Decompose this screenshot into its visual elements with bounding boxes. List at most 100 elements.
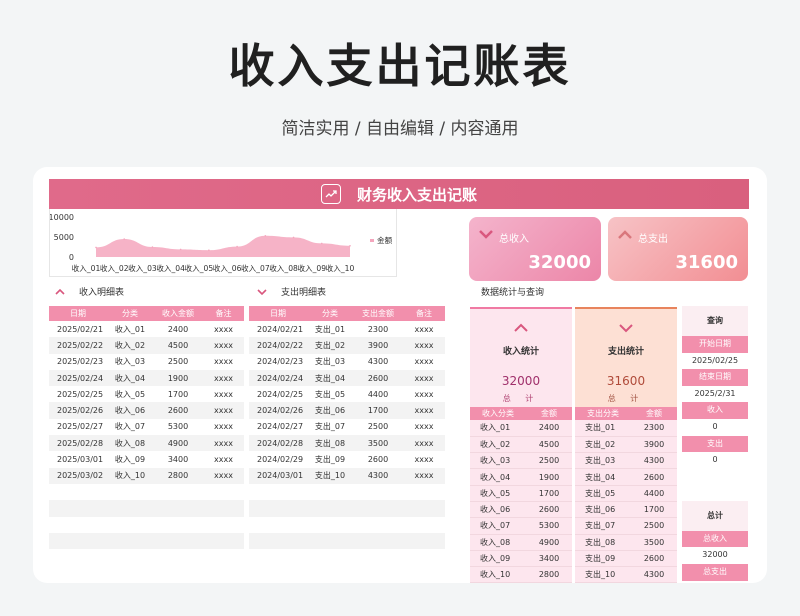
table-cell[interactable]: 收入_08 xyxy=(470,534,526,551)
table-cell[interactable] xyxy=(107,500,153,517)
table-cell[interactable]: 2025/02/21 xyxy=(49,321,107,338)
table-cell[interactable]: xxxx xyxy=(203,337,244,354)
table-cell[interactable]: 2024/02/21 xyxy=(249,321,307,338)
table-cell[interactable]: 收入_07 xyxy=(107,418,153,436)
table-cell[interactable]: 1700 xyxy=(526,485,572,502)
table-cell[interactable] xyxy=(307,483,353,501)
table-cell[interactable]: 支出_07 xyxy=(575,517,631,535)
table-cell[interactable] xyxy=(249,483,307,501)
table-cell[interactable]: 2600 xyxy=(526,501,572,519)
table-cell[interactable] xyxy=(153,532,203,550)
table-cell[interactable]: xxxx xyxy=(203,435,244,452)
table-cell[interactable]: xxxx xyxy=(403,321,445,338)
table-cell[interactable]: 支出_02 xyxy=(307,337,353,354)
table-cell[interactable]: 4300 xyxy=(353,353,403,370)
table-cell[interactable]: xxxx xyxy=(403,353,445,370)
table-cell[interactable] xyxy=(353,516,403,533)
table-cell[interactable] xyxy=(107,516,153,533)
table-cell[interactable] xyxy=(403,483,445,501)
table-cell[interactable]: 支出_01 xyxy=(307,321,353,338)
table-cell[interactable]: xxxx xyxy=(403,467,445,484)
table-cell[interactable]: 3400 xyxy=(153,451,203,468)
table-cell[interactable]: xxxx xyxy=(203,418,244,436)
table-cell[interactable]: 支出_08 xyxy=(307,435,353,452)
table-cell[interactable] xyxy=(403,549,445,566)
table-cell[interactable]: 4500 xyxy=(526,436,572,454)
table-cell[interactable] xyxy=(153,516,203,533)
table-cell[interactable] xyxy=(307,549,353,566)
table-cell[interactable] xyxy=(249,500,307,517)
table-cell[interactable] xyxy=(403,532,445,550)
table-cell[interactable]: 2300 xyxy=(353,321,403,338)
table-cell[interactable] xyxy=(307,532,353,550)
table-cell[interactable] xyxy=(49,532,107,550)
table-cell[interactable] xyxy=(153,500,203,517)
table-cell[interactable]: 2025/02/27 xyxy=(49,418,107,436)
table-cell[interactable]: 收入_03 xyxy=(470,452,526,470)
table-cell[interactable]: 1700 xyxy=(153,386,203,403)
table-cell[interactable] xyxy=(353,549,403,566)
table-cell[interactable] xyxy=(249,516,307,533)
table-cell[interactable]: 收入_02 xyxy=(470,436,526,454)
table-cell[interactable]: 5300 xyxy=(153,418,203,436)
table-cell[interactable] xyxy=(403,516,445,533)
table-cell[interactable] xyxy=(403,500,445,517)
table-cell[interactable]: 4900 xyxy=(526,534,572,551)
table-cell[interactable]: 2025/02/24 xyxy=(49,369,107,387)
table-cell[interactable]: 2024/02/24 xyxy=(249,369,307,387)
table-cell[interactable]: 收入_06 xyxy=(470,501,526,519)
table-cell[interactable]: 支出_01 xyxy=(575,420,631,437)
table-cell[interactable]: 收入_01 xyxy=(470,420,526,437)
table-cell[interactable] xyxy=(203,516,244,533)
table-cell[interactable]: 支出_06 xyxy=(575,501,631,519)
table-cell[interactable]: 1900 xyxy=(526,468,572,486)
table-cell[interactable]: 2024/02/23 xyxy=(249,353,307,370)
table-cell[interactable] xyxy=(49,516,107,533)
table-cell[interactable]: 支出_07 xyxy=(307,418,353,436)
table-cell[interactable]: 收入_05 xyxy=(470,485,526,502)
table-cell[interactable]: 4300 xyxy=(631,566,677,583)
table-cell[interactable] xyxy=(307,516,353,533)
table-cell[interactable]: 2025/02/22 xyxy=(49,337,107,354)
table-cell[interactable]: 2300 xyxy=(631,420,677,437)
table-cell[interactable]: 收入_01 xyxy=(107,321,153,338)
table-cell[interactable]: 收入_09 xyxy=(470,550,526,568)
table-cell[interactable]: xxxx xyxy=(203,321,244,338)
table-cell[interactable] xyxy=(353,532,403,550)
table-cell[interactable]: xxxx xyxy=(203,353,244,370)
table-cell[interactable]: 2500 xyxy=(631,517,677,535)
table-cell[interactable]: 2024/02/22 xyxy=(249,337,307,354)
table-cell[interactable] xyxy=(353,500,403,517)
table-cell[interactable]: 2025/02/26 xyxy=(49,402,107,419)
table-cell[interactable]: xxxx xyxy=(403,451,445,468)
table-cell[interactable]: 2500 xyxy=(353,418,403,436)
table-cell[interactable]: 2800 xyxy=(526,566,572,583)
start-date-field[interactable]: 2025/02/25 xyxy=(682,352,748,370)
table-cell[interactable]: 3500 xyxy=(353,435,403,452)
table-cell[interactable]: 2500 xyxy=(526,452,572,470)
table-cell[interactable]: 2800 xyxy=(153,467,203,484)
table-cell[interactable]: xxxx xyxy=(403,435,445,452)
table-cell[interactable]: xxxx xyxy=(203,467,244,484)
table-cell[interactable] xyxy=(107,532,153,550)
table-cell[interactable]: 2024/02/29 xyxy=(249,451,307,468)
table-cell[interactable]: 2400 xyxy=(153,321,203,338)
table-cell[interactable]: 支出_10 xyxy=(575,566,631,583)
table-cell[interactable]: 收入_02 xyxy=(107,337,153,354)
table-cell[interactable]: 收入_03 xyxy=(107,353,153,370)
table-cell[interactable]: xxxx xyxy=(403,386,445,403)
table-cell[interactable] xyxy=(353,483,403,501)
table-cell[interactable]: 支出_04 xyxy=(307,369,353,387)
table-cell[interactable]: 2025/02/25 xyxy=(49,386,107,403)
table-cell[interactable] xyxy=(49,549,107,566)
table-cell[interactable] xyxy=(49,483,107,501)
table-cell[interactable] xyxy=(249,549,307,566)
table-cell[interactable]: 收入_09 xyxy=(107,451,153,468)
table-cell[interactable] xyxy=(107,549,153,566)
table-cell[interactable]: xxxx xyxy=(403,402,445,419)
table-cell[interactable]: 支出_03 xyxy=(307,353,353,370)
table-cell[interactable] xyxy=(249,532,307,550)
table-cell[interactable]: 收入_04 xyxy=(107,369,153,387)
table-cell[interactable]: 2025/03/01 xyxy=(49,451,107,468)
table-cell[interactable]: xxxx xyxy=(203,451,244,468)
